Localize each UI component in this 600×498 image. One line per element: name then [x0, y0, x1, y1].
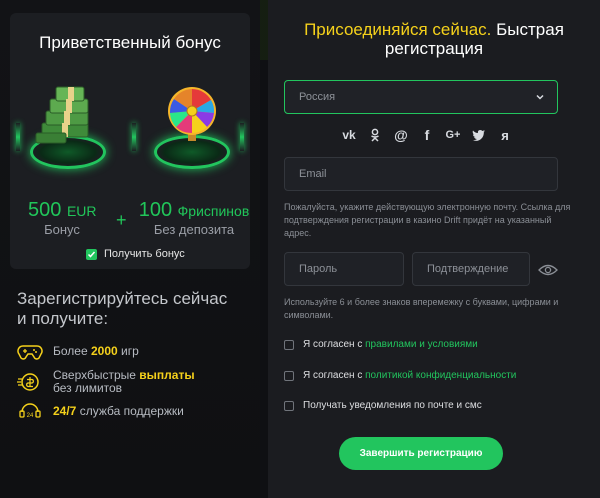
confirm-placeholder: Подтверждение — [427, 263, 509, 275]
feature-text: Более — [53, 344, 91, 358]
checkmark-icon[interactable] — [86, 248, 97, 260]
bonus-title: Приветственный бонус — [39, 33, 221, 52]
password-confirm-field[interactable]: Подтверждение — [412, 252, 530, 286]
checkbox-box[interactable] — [284, 370, 294, 381]
feature-games: Более 2000 игр — [17, 340, 139, 362]
checkbox-box[interactable] — [284, 339, 294, 350]
email-placeholder: Email — [299, 168, 327, 180]
cash-unit: EUR — [66, 203, 97, 219]
ok-icon[interactable] — [367, 128, 383, 142]
email-field[interactable]: Email — [284, 157, 558, 191]
glow-accent — [240, 123, 244, 151]
password-hint: Используйте 6 и более знаков вперемежку … — [284, 297, 559, 320]
promo-title-line2: и получите: — [17, 309, 109, 328]
agree-privacy-text: Я согласен с — [303, 370, 366, 381]
feature-highlight: 24/7 — [53, 404, 77, 418]
newsletter-label: Получать уведомления по почте и смс — [303, 400, 482, 411]
password-placeholder: Пароль — [299, 263, 338, 275]
country-select[interactable]: Россия — [284, 80, 558, 114]
fortune-wheel-icon — [152, 83, 232, 169]
spins-label: Без депозита — [153, 222, 235, 237]
feature-support: 24 24/7 служба поддержки — [17, 400, 184, 422]
cash-bonus-block: 500 EUR Бонус — [28, 199, 97, 237]
svg-text:24: 24 — [27, 413, 34, 419]
get-bonus-label: Получить бонус — [104, 248, 185, 260]
spins-amount: 100 — [138, 199, 173, 221]
yandex-icon[interactable]: я — [497, 128, 513, 143]
feature-highlight: 2000 — [90, 344, 118, 358]
mail-at-icon[interactable]: @ — [393, 127, 409, 143]
feature-text: служба поддержки — [76, 404, 184, 418]
support-24-icon: 24 — [17, 400, 43, 422]
money-stack-icon — [28, 83, 108, 169]
registration-title-highlight: Присоединяйся сейчас. — [304, 20, 492, 39]
welcome-bonus-card: Приветственный бонус 500 EUR Бонус + 100… — [10, 13, 250, 269]
google-plus-icon[interactable]: G+ — [445, 128, 461, 142]
chevron-down-icon — [536, 94, 544, 100]
email-hint: Пожалуйста, укажите действующую электрон… — [284, 202, 571, 238]
plus-sign: + — [116, 210, 127, 230]
registration-title-text: Быстрая — [491, 20, 564, 39]
glow-accent — [132, 123, 136, 151]
agree-rules-checkbox[interactable]: Я согласен с правилами и условиями — [284, 339, 478, 350]
gamepad-icon — [17, 340, 43, 362]
cash-amount: 500 — [28, 199, 62, 221]
agree-rules-text: Я согласен с — [303, 339, 366, 350]
get-bonus-checkbox[interactable]: Получить бонус — [86, 248, 185, 260]
spins-bonus-block: 100 Фриспинов Без депозита — [138, 199, 250, 237]
registration-title: Присоединяйся сейчас. Быстрая регистраци… — [268, 20, 600, 58]
facebook-icon[interactable]: f — [419, 127, 435, 143]
feature-highlight: выплаты — [139, 368, 195, 382]
register-promo-title: Зарегистрируйтесь сейчас и получите: — [17, 289, 247, 329]
complete-registration-button[interactable]: Завершить регистрацию — [339, 437, 503, 470]
promo-panel: Приветственный бонус 500 EUR Бонус + 100… — [0, 0, 260, 498]
feature-text-line2: без лимитов — [53, 381, 123, 395]
checkbox-box[interactable] — [284, 400, 294, 411]
password-field[interactable]: Пароль — [284, 252, 404, 286]
registration-form: Присоединяйся сейчас. Быстрая регистраци… — [268, 0, 600, 498]
agree-privacy-checkbox[interactable]: Я согласен с политикой конфиденциальност… — [284, 370, 516, 381]
registration-title-line2: регистрация — [384, 39, 484, 58]
feature-text: Сверхбыстрые — [53, 368, 140, 382]
eye-icon[interactable] — [538, 264, 558, 276]
glow-accent — [16, 123, 20, 151]
feature-payouts: Сверхбыстрые выплаты без лимитов — [17, 369, 195, 395]
cash-label: Бонус — [44, 222, 80, 237]
rules-link[interactable]: правилами и условиями — [365, 339, 478, 350]
country-value: Россия — [299, 91, 336, 103]
vk-icon[interactable]: vk — [341, 128, 357, 142]
newsletter-checkbox[interactable]: Получать уведомления по почте и смс — [284, 400, 482, 411]
twitter-icon[interactable] — [471, 128, 487, 142]
payout-icon — [17, 371, 43, 393]
feature-text: игр — [117, 344, 139, 358]
promo-title-line1: Зарегистрируйтесь сейчас — [17, 289, 228, 308]
privacy-link[interactable]: политикой конфиденциальности — [365, 370, 516, 381]
social-login-row: vk @ f G+ я — [341, 127, 513, 143]
spins-unit: Фриспинов — [177, 203, 250, 219]
